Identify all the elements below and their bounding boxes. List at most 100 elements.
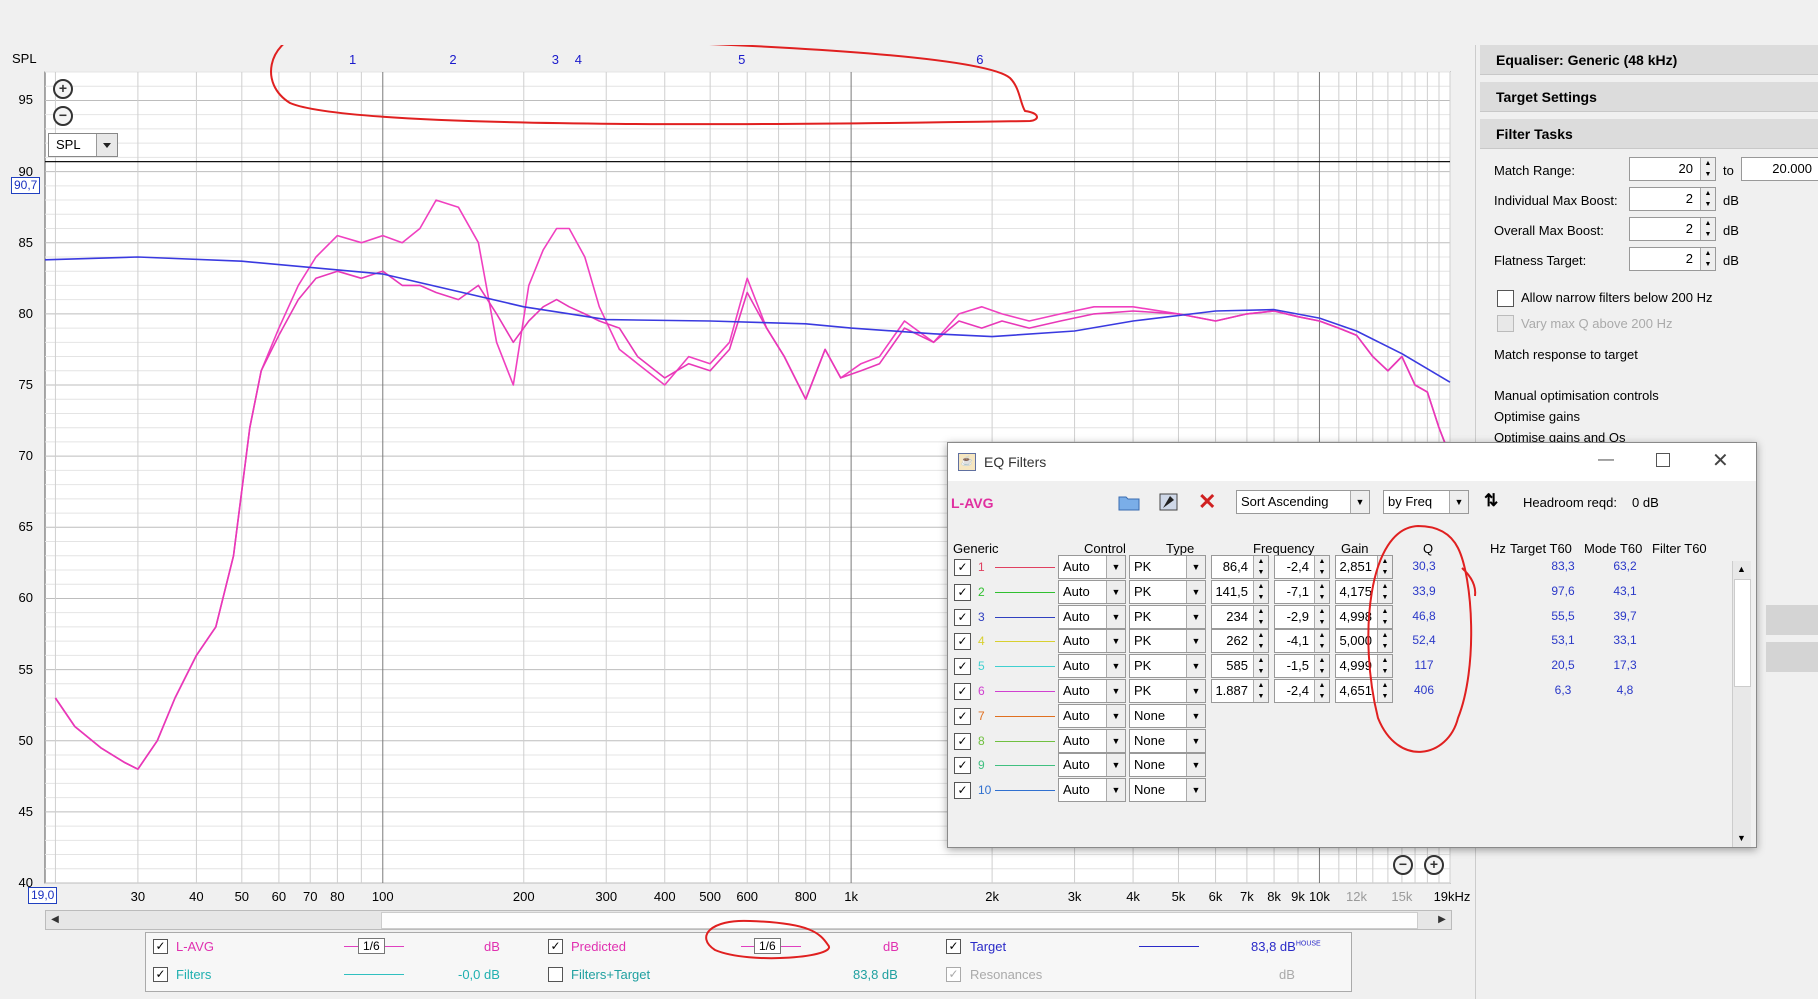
match-response-button[interactable]: Match response to target — [1494, 347, 1638, 362]
close-icon[interactable]: ✕ — [1712, 448, 1729, 473]
overall-max-boost-input[interactable]: 2 ▲ ▼ — [1629, 217, 1716, 241]
filter-enable-checkbox[interactable]: ✓ — [954, 559, 971, 576]
filter-number: 4 — [978, 634, 985, 649]
filter-control-select[interactable]: Auto ▼ — [1058, 753, 1126, 778]
filter-gain-input[interactable]: -7,1 ▲ ▼ — [1274, 579, 1330, 604]
spinner-icon[interactable]: ▲ ▼ — [1253, 580, 1268, 603]
filter-type-select[interactable]: PK ▼ — [1129, 654, 1206, 679]
filter-control-select[interactable]: Auto ▼ — [1058, 728, 1126, 753]
predicted-checkbox[interactable]: ✓ — [548, 939, 563, 954]
filter-tasks-section[interactable]: Filter Tasks — [1480, 119, 1818, 149]
filter-control-select[interactable]: Auto ▼ — [1058, 555, 1126, 579]
filter-frequency-input[interactable]: 585 ▲ ▼ — [1211, 654, 1269, 679]
sort-select[interactable]: Sort Ascending ▼ — [1236, 490, 1370, 514]
filter-type-select[interactable]: PK ▼ — [1129, 629, 1206, 654]
filter-type-select[interactable]: None ▼ — [1129, 703, 1206, 728]
ind-max-boost-unit: dB — [1723, 193, 1739, 208]
filter-type-select[interactable]: PK ▼ — [1129, 579, 1206, 604]
folder-icon[interactable] — [1118, 493, 1140, 514]
spinner-icon[interactable]: ▲ ▼ — [1314, 605, 1329, 628]
save-filters-icon[interactable] — [1158, 492, 1180, 515]
target-checkbox[interactable]: ✓ — [946, 939, 961, 954]
lavg-smoothing[interactable]: 1/6 — [358, 938, 385, 954]
chevron-down-icon: ▼ — [1186, 556, 1205, 578]
chevron-down-icon: ▼ — [1106, 704, 1125, 727]
sort-by-select[interactable]: by Freq ▼ — [1383, 490, 1469, 514]
filters-checkbox[interactable]: ✓ — [153, 967, 168, 982]
match-range-to-input[interactable]: 20.000 — [1741, 157, 1818, 181]
filter-enable-checkbox[interactable]: ✓ — [954, 707, 971, 725]
filter-type-select[interactable]: PK ▼ — [1129, 555, 1206, 579]
filter-control-select[interactable]: Auto ▼ — [1058, 679, 1126, 703]
filter-control-select[interactable]: Auto ▼ — [1058, 654, 1126, 679]
minimize-icon[interactable]: — — [1598, 451, 1614, 469]
ind-max-boost-input[interactable]: 2 ▲ ▼ — [1629, 187, 1716, 211]
filter-type-select[interactable]: None ▼ — [1129, 778, 1206, 803]
spinner-icon[interactable]: ▲ ▼ — [1314, 630, 1329, 653]
dialog-title-bar[interactable]: ☕ EQ Filters — ✕ — [948, 443, 1756, 481]
flatness-target-input[interactable]: 2 ▲ ▼ — [1629, 247, 1716, 271]
optimise-gains-button[interactable]: Optimise gains — [1494, 409, 1580, 424]
filter-frequency-input[interactable]: 141,5 ▲ ▼ — [1211, 579, 1269, 604]
legend-resonances-label: Resonances — [970, 967, 1043, 982]
filter-type-select[interactable]: None ▼ — [1129, 728, 1206, 753]
filter-target-t60-value: 83,3 — [1551, 559, 1575, 573]
eq-filters-dialog[interactable]: ☕ EQ Filters — ✕ L-AVG ✕ Sort Ascending ▼… — [947, 442, 1757, 848]
filter-type-select[interactable]: PK ▼ — [1129, 604, 1206, 629]
spinner-icon[interactable]: ▲ ▼ — [1253, 680, 1268, 702]
spinner-icon[interactable]: ▲ ▼ — [1253, 605, 1268, 628]
spinner-icon[interactable]: ▲ ▼ — [1700, 218, 1715, 240]
filter-gain-input[interactable]: -2,4 ▲ ▼ — [1274, 555, 1330, 579]
filters-target-checkbox[interactable] — [548, 967, 563, 982]
filter-control-select[interactable]: Auto ▼ — [1058, 778, 1126, 803]
target-settings-section[interactable]: Target Settings — [1480, 82, 1818, 112]
filter-type-select[interactable]: PK ▼ — [1129, 679, 1206, 703]
spinner-icon[interactable]: ▲ ▼ — [1253, 655, 1268, 678]
filter-enable-checkbox[interactable]: ✓ — [954, 757, 971, 775]
spinner-icon[interactable]: ▲ ▼ — [1253, 556, 1268, 578]
filter-type-select[interactable]: None ▼ — [1129, 753, 1206, 778]
spinner-icon[interactable]: ▲ ▼ — [1314, 655, 1329, 678]
filter-gain-input[interactable]: -4,1 ▲ ▼ — [1274, 629, 1330, 654]
match-range-from-input[interactable]: 20 ▲ ▼ — [1629, 157, 1716, 181]
legend-filters-target-label: Filters+Target — [571, 967, 651, 982]
spinner-icon[interactable]: ▲ ▼ — [1700, 188, 1715, 210]
spinner-icon[interactable]: ▲ ▼ — [1314, 580, 1329, 603]
filter-frequency-input[interactable]: 86,4 ▲ ▼ — [1211, 555, 1269, 579]
filter-enable-checkbox[interactable]: ✓ — [954, 732, 971, 750]
filter-frequency-input[interactable]: 1.887 ▲ ▼ — [1211, 679, 1269, 703]
filter-enable-checkbox[interactable]: ✓ — [954, 683, 971, 700]
spinner-icon[interactable]: ▲ ▼ — [1253, 630, 1268, 653]
filter-enable-checkbox[interactable]: ✓ — [954, 608, 971, 626]
filter-gain-input[interactable]: -2,4 ▲ ▼ — [1274, 679, 1330, 703]
measurement-name: L-AVG — [951, 495, 994, 511]
sort-direction-icon[interactable]: ⇅ — [1484, 491, 1498, 511]
filter-gain-input[interactable]: -2,9 ▲ ▼ — [1274, 604, 1330, 629]
spinner-icon[interactable]: ▲ ▼ — [1700, 158, 1715, 180]
spinner-icon[interactable]: ▲ ▼ — [1314, 556, 1329, 578]
filter-control-select[interactable]: Auto ▼ — [1058, 629, 1126, 654]
spinner-icon[interactable]: ▲ ▼ — [1700, 248, 1715, 270]
headroom-value: 0 dB — [1632, 495, 1659, 510]
equaliser-section[interactable]: Equaliser: Generic (48 kHz) — [1480, 45, 1818, 75]
scroll-up-icon[interactable]: ▲ — [1737, 564, 1746, 574]
filter-frequency-input[interactable]: 262 ▲ ▼ — [1211, 629, 1269, 654]
delete-icon[interactable]: ✕ — [1198, 489, 1216, 515]
filter-enable-checkbox[interactable]: ✓ — [954, 658, 971, 676]
filter-frequency-input[interactable]: 234 ▲ ▼ — [1211, 604, 1269, 629]
filter-control-select[interactable]: Auto ▼ — [1058, 579, 1126, 604]
scroll-down-icon[interactable]: ▼ — [1737, 833, 1746, 843]
lavg-checkbox[interactable]: ✓ — [153, 939, 168, 954]
maximize-icon[interactable] — [1656, 453, 1670, 467]
filter-enable-checkbox[interactable]: ✓ — [954, 633, 971, 651]
dialog-scroll-thumb[interactable] — [1734, 579, 1751, 687]
filter-enable-checkbox[interactable]: ✓ — [954, 583, 971, 601]
filter-gain-input[interactable]: -1,5 ▲ ▼ — [1274, 654, 1330, 679]
filter-control-select[interactable]: Auto ▼ — [1058, 703, 1126, 728]
dialog-vertical-scrollbar[interactable]: ▲ ▼ — [1732, 561, 1751, 847]
filter-control-select[interactable]: Auto ▼ — [1058, 604, 1126, 629]
allow-narrow-checkbox[interactable] — [1497, 290, 1514, 307]
filter-enable-checkbox[interactable]: ✓ — [954, 782, 971, 800]
spinner-icon[interactable]: ▲ ▼ — [1314, 680, 1329, 702]
filter-number: 2 — [978, 584, 985, 599]
